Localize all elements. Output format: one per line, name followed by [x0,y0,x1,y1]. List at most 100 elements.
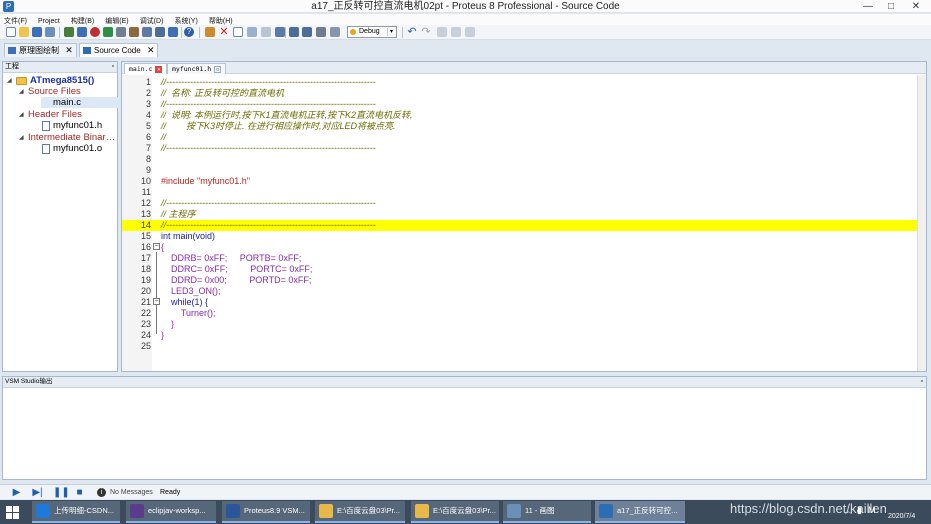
code-line[interactable]: 8 [122,154,926,165]
tree-file-myfunc01-h[interactable]: myfunc01.h [41,120,102,131]
import-icon[interactable] [45,27,55,37]
delete-icon[interactable]: ✕ [219,27,229,38]
output-log[interactable] [3,388,926,478]
stop-icon[interactable] [90,27,100,37]
pause-icon[interactable]: ❚❚ [53,487,70,498]
code-line[interactable]: 24} [122,330,926,341]
tray-up-arrow-icon[interactable]: ︿ [845,506,852,516]
close-icon[interactable]: ✕ [155,66,163,73]
help-icon[interactable]: ? [184,27,194,37]
build-icon[interactable] [289,27,299,37]
remove-file-icon[interactable] [261,27,271,37]
code-line[interactable]: 22 Turner(); [122,308,926,319]
pin-icon[interactable]: ▫ [214,66,222,73]
open-folder-icon[interactable] [19,27,29,37]
taskbar-date[interactable]: 2020/7/4 [888,513,915,520]
project-settings-icon[interactable] [275,27,285,37]
play-icon[interactable]: ▶ [11,487,22,498]
source-code-icon[interactable] [168,27,178,37]
windows-start-icon[interactable] [6,506,19,519]
expand-arrow-icon[interactable]: ◢ [7,76,12,87]
tree-file-myfunc01-o[interactable]: myfunc01.o [41,143,102,154]
design-explorer-icon[interactable] [155,27,165,37]
code-line[interactable]: 15 int main(void) [122,231,926,242]
pcb-icon[interactable] [103,27,113,37]
tab-schematic-capture[interactable]: 原理图绘制 ✕ [4,43,77,57]
pin-icon[interactable]: ▫ [112,62,114,72]
code-line[interactable]: 19 DDRD= 0x00; PORTD= 0xFF; [122,275,926,286]
code-line[interactable]: 13 // 主程序 [122,209,926,220]
tree-root-atmega8515[interactable]: ATmega8515() [30,75,94,86]
redo-icon[interactable]: ↷ [421,27,431,38]
schematic-icon[interactable] [77,27,87,37]
tree-group-header-files[interactable]: Header Files [28,109,82,120]
code-line[interactable]: 11 [122,187,926,198]
tree-file-main-c[interactable]: main.c [41,97,120,108]
minimize-button[interactable]: — [857,0,879,13]
taskbar-button[interactable]: E:\百度云盘03\Pr... [411,501,499,523]
code-line[interactable]: 23 } [122,319,926,330]
code-line[interactable]: 6 // [122,132,926,143]
copy-icon[interactable] [451,27,461,37]
tree-group-intermediate-binaries[interactable]: Intermediate Binar… [28,132,115,143]
close-icon[interactable]: ✕ [65,45,73,55]
add-file-icon[interactable] [247,27,257,37]
3d-view-icon[interactable] [116,27,126,37]
taskbar-button[interactable]: 上传明细-CSDN... [32,501,120,523]
code-editor[interactable]: main.c ✕ myfunc01.h ▫ 1 //-----------------… [121,61,927,372]
undo-icon[interactable]: ↶ [407,27,417,38]
code-line[interactable]: 10 #include "myfunc01.h" [122,176,926,187]
tree-group-source-files[interactable]: Source Files [28,86,81,97]
editor-tab-myfunc01-h[interactable]: myfunc01.h ▫ [167,63,227,74]
code-line[interactable]: 12 //------------------------------------… [122,198,926,209]
expand-arrow-icon[interactable]: ◢ [19,87,24,98]
build-config-select[interactable]: Debug ▾ [347,26,397,38]
taskbar-button[interactable]: a17_正反转可控... [595,501,685,523]
step-icon[interactable]: ▶| [32,487,43,498]
code-line[interactable]: 14 //------------------------------------… [122,220,926,231]
code-line[interactable]: 16 { [122,242,926,253]
code-line[interactable]: 9 [122,165,926,176]
cut-icon[interactable] [437,27,447,37]
tab-source-code[interactable]: Source Code ✕ [79,43,159,57]
maximize-button[interactable]: □ [880,0,902,13]
home-icon[interactable] [64,27,74,37]
code-line[interactable]: 2 // 名称: 正反转可控的直流电机 [122,88,926,99]
code-line[interactable]: 7 //-------------------------------------… [122,143,926,154]
rebuild-icon[interactable] [302,27,312,37]
code-line[interactable]: 1 //-------------------------------------… [122,77,926,88]
taskbar-button[interactable]: 11 - 画图 [503,501,591,523]
ime-icon[interactable]: M [868,505,876,515]
new-source-icon[interactable] [233,27,243,37]
gerber-icon[interactable] [129,27,139,37]
fold-toggle-icon[interactable]: − [153,243,160,250]
pin-icon[interactable]: ▫ [921,377,923,387]
code-line[interactable]: 20 LED3_ON(); [122,286,926,297]
save-icon[interactable] [32,27,42,37]
taskbar-button[interactable]: E:\百度云盘03\Pr... [315,501,405,523]
paste-icon[interactable] [465,27,475,37]
bom-icon[interactable] [142,27,152,37]
expand-arrow-icon[interactable]: ◢ [19,110,24,121]
chevron-down-icon[interactable]: ▾ [387,28,395,36]
taskbar-button[interactable]: Proteus8.9 VSM... [222,501,310,523]
code-line[interactable]: 25 [122,341,926,352]
message-count[interactable]: No Messages [110,487,153,498]
network-icon[interactable]: ▮ [857,505,862,516]
vertical-scrollbar[interactable] [917,75,926,371]
refresh-icon[interactable] [205,27,215,37]
clean-icon[interactable] [316,27,326,37]
stop-icon[interactable]: ■ [74,487,85,498]
new-file-icon[interactable] [6,27,16,37]
code-line[interactable]: 21 while(1) { [122,297,926,308]
build-all-icon[interactable] [330,27,340,37]
close-icon[interactable]: ✕ [147,45,155,55]
taskbar-button[interactable]: eclipjav-worksp... [126,501,216,523]
code-line[interactable]: 17 DDRB= 0xFF; PORTB= 0xFF; [122,253,926,264]
close-window-button[interactable]: ✕ [905,0,927,13]
code-line[interactable]: 18 DDRC= 0xFF; PORTC= 0xFF; [122,264,926,275]
editor-tab-main-c[interactable]: main.c ✕ [124,63,168,74]
code-line[interactable]: 3 //-------------------------------------… [122,99,926,110]
fold-toggle-icon[interactable]: − [153,298,160,305]
code-line[interactable]: 4 // 说明: 本例运行时,按下K1直流电机正转,按下K2直流电机反转, [122,110,926,121]
